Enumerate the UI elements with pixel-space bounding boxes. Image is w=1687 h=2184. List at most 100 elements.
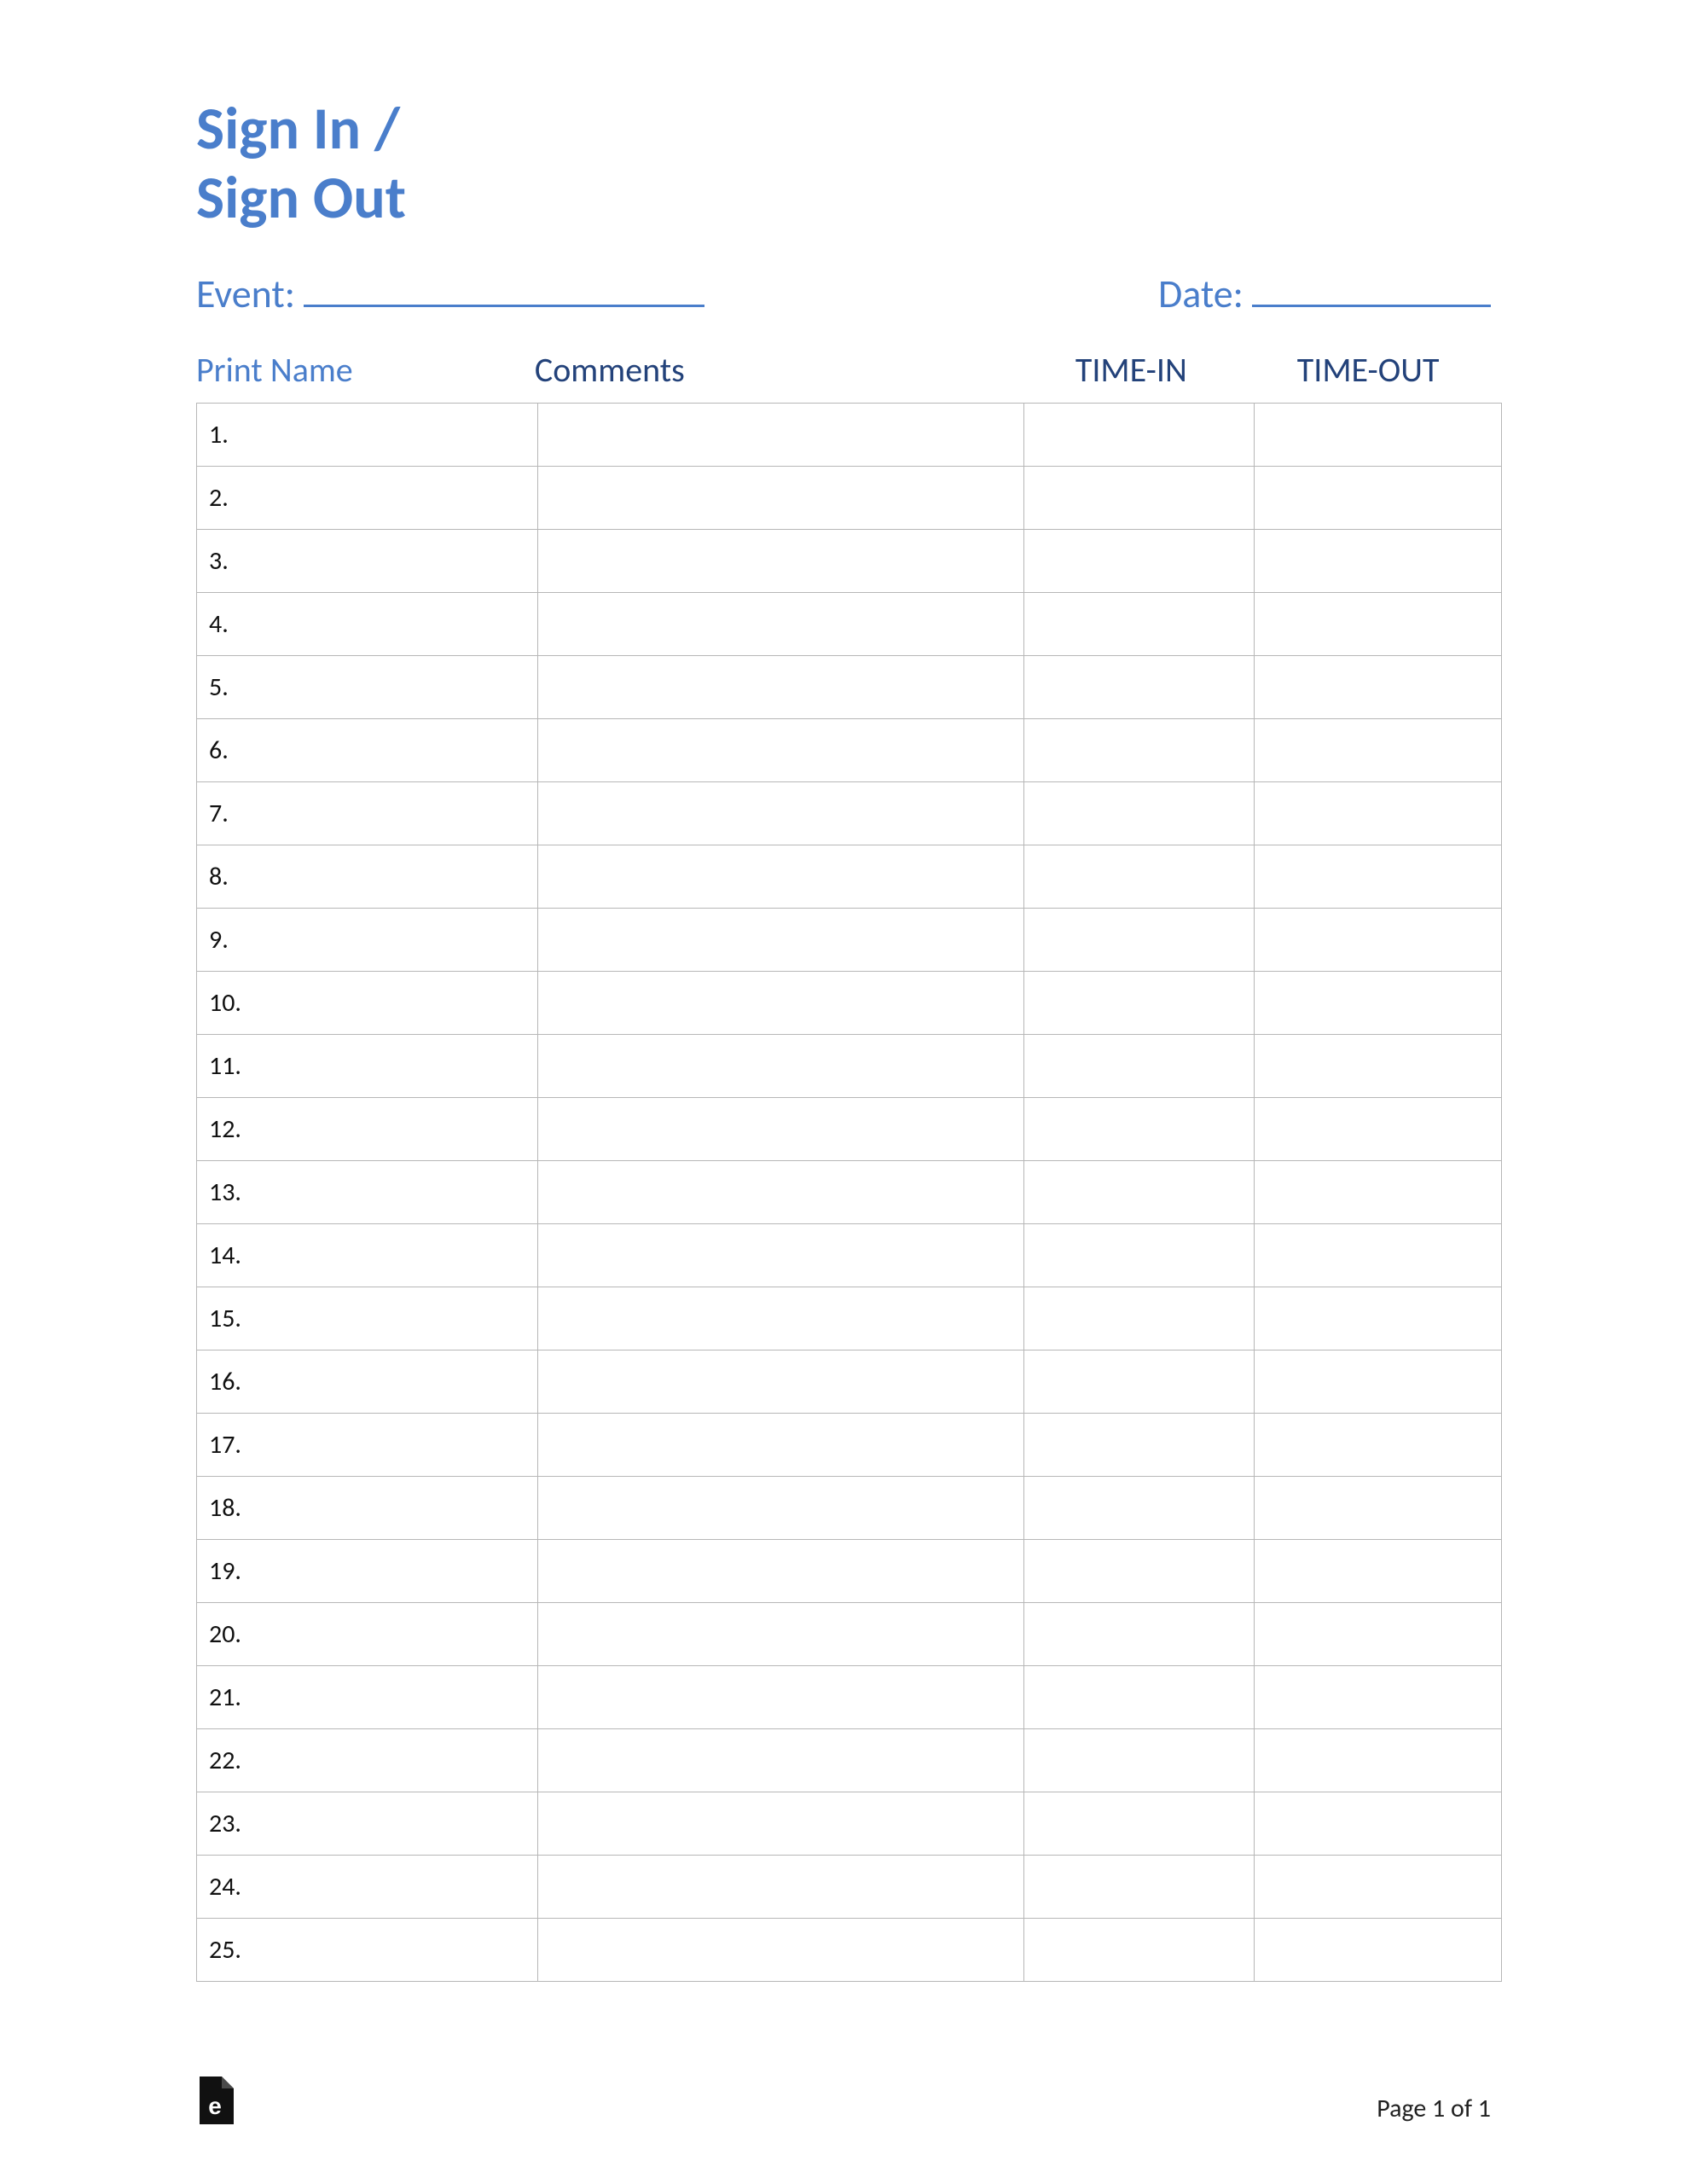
cell-comments[interactable] bbox=[538, 909, 1024, 972]
cell-time-out[interactable] bbox=[1255, 1856, 1502, 1919]
cell-time-in[interactable] bbox=[1024, 467, 1255, 530]
cell-comments[interactable] bbox=[538, 656, 1024, 719]
row-number: 24. bbox=[197, 1856, 538, 1919]
cell-time-out[interactable] bbox=[1255, 467, 1502, 530]
cell-time-in[interactable] bbox=[1024, 1414, 1255, 1477]
row-number: 12. bbox=[197, 1098, 538, 1161]
cell-time-in[interactable] bbox=[1024, 1035, 1255, 1098]
row-number: 22. bbox=[197, 1729, 538, 1792]
cell-time-in[interactable] bbox=[1024, 1666, 1255, 1729]
cell-comments[interactable] bbox=[538, 1919, 1024, 1982]
table-row: 24. bbox=[197, 1856, 1502, 1919]
cell-time-in[interactable] bbox=[1024, 1729, 1255, 1792]
cell-time-out[interactable] bbox=[1255, 1540, 1502, 1603]
cell-time-out[interactable] bbox=[1255, 1603, 1502, 1666]
cell-comments[interactable] bbox=[538, 404, 1024, 467]
date-blank-line[interactable] bbox=[1252, 274, 1491, 307]
cell-time-out[interactable] bbox=[1255, 530, 1502, 593]
cell-time-out[interactable] bbox=[1255, 1350, 1502, 1414]
cell-comments[interactable] bbox=[538, 719, 1024, 782]
cell-comments[interactable] bbox=[538, 1098, 1024, 1161]
row-number: 14. bbox=[197, 1224, 538, 1287]
cell-comments[interactable] bbox=[538, 972, 1024, 1035]
cell-time-out[interactable] bbox=[1255, 719, 1502, 782]
cell-time-out[interactable] bbox=[1255, 1098, 1502, 1161]
cell-time-in[interactable] bbox=[1024, 845, 1255, 909]
cell-comments[interactable] bbox=[538, 1161, 1024, 1224]
cell-comments[interactable] bbox=[538, 845, 1024, 909]
table-row: 23. bbox=[197, 1792, 1502, 1856]
cell-comments[interactable] bbox=[538, 1414, 1024, 1477]
table-row: 25. bbox=[197, 1919, 1502, 1982]
cell-time-out[interactable] bbox=[1255, 972, 1502, 1035]
row-number: 15. bbox=[197, 1287, 538, 1350]
event-field: Event: bbox=[196, 270, 704, 318]
cell-time-in[interactable] bbox=[1024, 404, 1255, 467]
header-print-name: Print Name bbox=[196, 349, 535, 391]
cell-time-in[interactable] bbox=[1024, 1350, 1255, 1414]
cell-time-out[interactable] bbox=[1255, 1792, 1502, 1856]
cell-time-in[interactable] bbox=[1024, 1161, 1255, 1224]
cell-time-out[interactable] bbox=[1255, 1161, 1502, 1224]
cell-time-in[interactable] bbox=[1024, 1477, 1255, 1540]
cell-comments[interactable] bbox=[538, 593, 1024, 656]
cell-time-out[interactable] bbox=[1255, 1666, 1502, 1729]
cell-time-in[interactable] bbox=[1024, 1603, 1255, 1666]
date-field: Date: bbox=[1158, 270, 1491, 318]
cell-comments[interactable] bbox=[538, 1666, 1024, 1729]
cell-time-in[interactable] bbox=[1024, 909, 1255, 972]
cell-time-in[interactable] bbox=[1024, 656, 1255, 719]
cell-time-in[interactable] bbox=[1024, 593, 1255, 656]
table-row: 13. bbox=[197, 1161, 1502, 1224]
cell-time-out[interactable] bbox=[1255, 1287, 1502, 1350]
cell-comments[interactable] bbox=[538, 1792, 1024, 1856]
cell-time-in[interactable] bbox=[1024, 972, 1255, 1035]
cell-time-in[interactable] bbox=[1024, 530, 1255, 593]
cell-time-in[interactable] bbox=[1024, 1856, 1255, 1919]
row-number: 19. bbox=[197, 1540, 538, 1603]
cell-comments[interactable] bbox=[538, 1603, 1024, 1666]
date-label: Date: bbox=[1158, 270, 1244, 318]
cell-comments[interactable] bbox=[538, 1477, 1024, 1540]
row-number: 8. bbox=[197, 845, 538, 909]
cell-comments[interactable] bbox=[538, 1224, 1024, 1287]
table-row: 10. bbox=[197, 972, 1502, 1035]
cell-time-in[interactable] bbox=[1024, 1098, 1255, 1161]
event-blank-line[interactable] bbox=[304, 274, 704, 307]
row-number: 2. bbox=[197, 467, 538, 530]
cell-time-out[interactable] bbox=[1255, 656, 1502, 719]
cell-time-out[interactable] bbox=[1255, 1035, 1502, 1098]
cell-time-out[interactable] bbox=[1255, 1919, 1502, 1982]
cell-comments[interactable] bbox=[538, 1035, 1024, 1098]
cell-time-out[interactable] bbox=[1255, 1477, 1502, 1540]
cell-time-in[interactable] bbox=[1024, 719, 1255, 782]
row-number: 25. bbox=[197, 1919, 538, 1982]
cell-comments[interactable] bbox=[538, 530, 1024, 593]
cell-comments[interactable] bbox=[538, 1540, 1024, 1603]
cell-time-out[interactable] bbox=[1255, 1414, 1502, 1477]
cell-time-in[interactable] bbox=[1024, 782, 1255, 845]
table-row: 3. bbox=[197, 530, 1502, 593]
cell-time-out[interactable] bbox=[1255, 1224, 1502, 1287]
cell-comments[interactable] bbox=[538, 1350, 1024, 1414]
cell-time-in[interactable] bbox=[1024, 1919, 1255, 1982]
cell-time-in[interactable] bbox=[1024, 1540, 1255, 1603]
cell-time-in[interactable] bbox=[1024, 1224, 1255, 1287]
table-row: 4. bbox=[197, 593, 1502, 656]
cell-time-out[interactable] bbox=[1255, 593, 1502, 656]
table-row: 15. bbox=[197, 1287, 1502, 1350]
cell-time-in[interactable] bbox=[1024, 1792, 1255, 1856]
cell-time-out[interactable] bbox=[1255, 909, 1502, 972]
table-row: 11. bbox=[197, 1035, 1502, 1098]
cell-comments[interactable] bbox=[538, 1856, 1024, 1919]
cell-time-out[interactable] bbox=[1255, 1729, 1502, 1792]
cell-time-out[interactable] bbox=[1255, 782, 1502, 845]
cell-comments[interactable] bbox=[538, 1287, 1024, 1350]
cell-time-out[interactable] bbox=[1255, 845, 1502, 909]
cell-comments[interactable] bbox=[538, 782, 1024, 845]
cell-comments[interactable] bbox=[538, 467, 1024, 530]
cell-comments[interactable] bbox=[538, 1729, 1024, 1792]
event-label: Event: bbox=[196, 270, 295, 318]
cell-time-in[interactable] bbox=[1024, 1287, 1255, 1350]
cell-time-out[interactable] bbox=[1255, 404, 1502, 467]
